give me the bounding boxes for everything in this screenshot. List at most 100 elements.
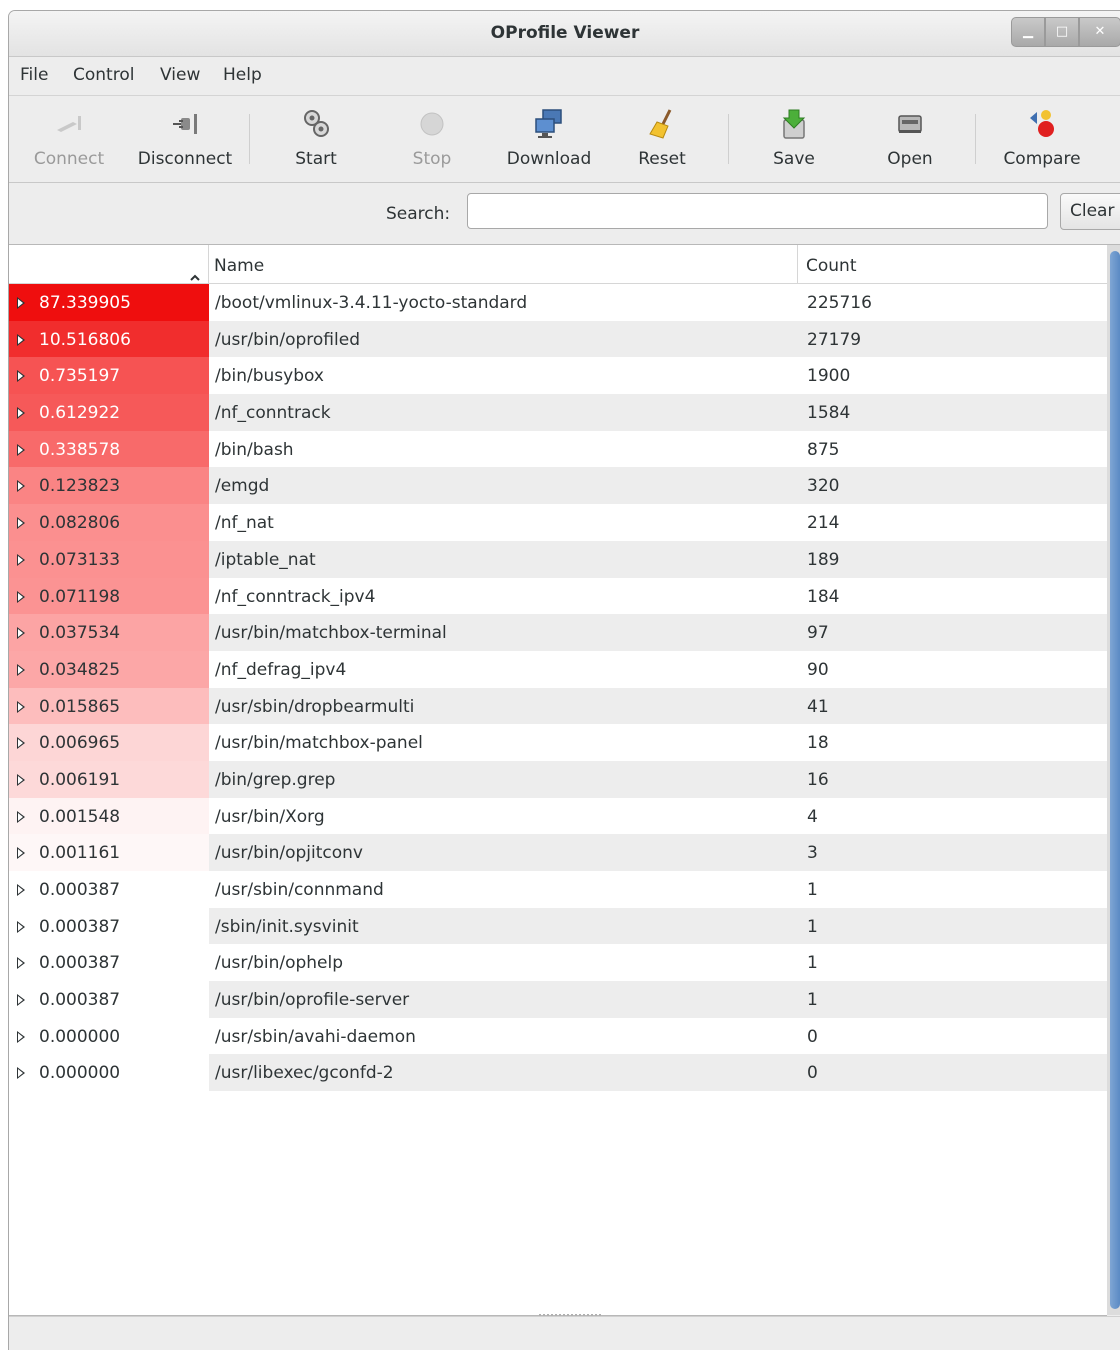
disconnect-button[interactable]: Disconnect [129, 96, 241, 182]
table-row[interactable]: 0.034825/nf_defrag_ipv4 90 [9, 650, 1107, 688]
expander-triangle-icon[interactable] [17, 920, 25, 933]
percent-cell: 0.000387 [9, 871, 209, 908]
name-cell: /usr/bin/opjitconv [209, 834, 798, 871]
expander-triangle-icon[interactable] [17, 517, 25, 530]
table-body: 87.339905/boot/vmlinux-3.4.11-yocto-stan… [9, 284, 1107, 1092]
name-cell: /bin/bash [215, 439, 294, 460]
menu-file[interactable]: File [20, 65, 48, 85]
table-row[interactable]: 87.339905/boot/vmlinux-3.4.11-yocto-stan… [9, 284, 1107, 321]
expander-triangle-icon[interactable] [17, 627, 25, 640]
expander-triangle-icon[interactable] [17, 957, 25, 970]
table-row[interactable]: 0.338578/bin/bash 875 [9, 430, 1107, 468]
column-header-name[interactable]: Name [209, 245, 798, 283]
reset-button[interactable]: Reset [621, 96, 703, 182]
percent-cell: 0.082806 [9, 504, 209, 541]
table-row[interactable]: 0.612922/nf_conntrack 1584 [9, 394, 1107, 431]
minimize-button[interactable]: ▁ [1011, 17, 1045, 47]
percent-value: 0.000387 [39, 990, 121, 1011]
expander-triangle-icon[interactable] [17, 297, 25, 309]
expander-triangle-icon[interactable] [17, 994, 25, 1007]
table-row[interactable]: 0.000387/usr/sbin/connmand 1 [9, 871, 1107, 908]
status-bar [9, 1316, 1120, 1350]
table-row[interactable]: 0.006965/usr/bin/matchbox-panel 18 [9, 724, 1107, 761]
connect-button[interactable]: Connect [23, 96, 115, 182]
table-row[interactable]: 0.123823/emgd 320 [9, 467, 1107, 505]
table-row[interactable]: 0.001161/usr/bin/opjitconv 3 [9, 834, 1107, 871]
expander-triangle-icon[interactable] [17, 737, 25, 750]
vertical-scrollbar[interactable] [1107, 244, 1120, 1315]
expander-triangle-icon[interactable] [17, 810, 25, 823]
search-input[interactable] [467, 193, 1048, 229]
expander-triangle-icon[interactable] [17, 553, 25, 566]
table-row[interactable]: 0.073133/iptable_nat 189 [9, 540, 1107, 578]
toolbar-separator [249, 114, 250, 164]
scrollbar-thumb[interactable] [1110, 251, 1120, 1309]
table-row[interactable]: 0.735197/bin/busybox 1900 [9, 357, 1107, 395]
table-row[interactable]: 0.001548/usr/bin/Xorg 4 [9, 797, 1107, 835]
reset-label: Reset [638, 149, 686, 169]
table-row[interactable]: 0.000387/sbin/init.sysvinit 1 [9, 907, 1107, 945]
table-row[interactable]: 0.000000/usr/libexec/gconfd-2 0 [9, 1054, 1107, 1092]
start-button[interactable]: Start [271, 96, 361, 182]
percent-cell: 0.612922 [9, 394, 209, 431]
open-button[interactable]: Open [869, 96, 951, 182]
expander-triangle-icon[interactable] [17, 1030, 25, 1043]
expander-triangle-icon[interactable] [17, 370, 25, 383]
expander-triangle-icon[interactable] [17, 480, 25, 493]
count-cell: 1900 [807, 366, 851, 387]
name-cell: /bin/grep.grep [209, 760, 798, 798]
expander-triangle-icon[interactable] [17, 333, 25, 346]
close-button[interactable]: ✕ [1079, 17, 1120, 47]
expander-triangle-icon[interactable] [17, 700, 25, 713]
download-button[interactable]: Download [497, 96, 601, 182]
count-cell: 1 [798, 907, 1107, 945]
save-button[interactable]: Save [753, 96, 835, 182]
expander-triangle-icon[interactable] [17, 590, 25, 603]
name-cell: /nf_nat [215, 513, 274, 534]
expander-triangle-icon[interactable] [17, 407, 25, 420]
table-row[interactable]: 0.006191/bin/grep.grep 16 [9, 760, 1107, 798]
table-row[interactable]: 0.015865/usr/sbin/dropbearmulti 41 [9, 687, 1107, 725]
name-cell: /nf_conntrack_ipv4 [215, 586, 376, 607]
clear-button[interactable]: Clear [1060, 193, 1120, 230]
compare-label: Compare [1003, 149, 1081, 169]
column-header-percent[interactable] [9, 245, 209, 283]
table-row[interactable]: 0.000387/usr/bin/oprofile-server 1 [9, 981, 1107, 1018]
expander-triangle-icon[interactable] [17, 847, 25, 860]
table-row[interactable]: 0.000387/usr/bin/ophelp 1 [9, 944, 1107, 982]
count-cell: 0 [807, 1026, 818, 1047]
menu-control[interactable]: Control [73, 65, 134, 85]
stop-button[interactable]: Stop [389, 96, 475, 182]
save-down-arrow-icon [782, 109, 806, 139]
title-bar[interactable]: OProfile Viewer ▁ □ ✕ [9, 11, 1120, 57]
menu-help[interactable]: Help [223, 65, 262, 85]
table-row[interactable]: 0.082806/nf_nat 214 [9, 504, 1107, 541]
toolbar: Connect Disconnect Start Stop Download R… [9, 95, 1120, 183]
count-cell: 0 [798, 1054, 1107, 1092]
table-row[interactable]: 10.516806/usr/bin/oprofiled 27179 [9, 320, 1107, 358]
expander-triangle-icon[interactable] [17, 1067, 25, 1080]
compare-button[interactable]: Compare [997, 96, 1087, 182]
name-cell: /iptable_nat [209, 540, 798, 578]
start-label: Start [295, 149, 337, 169]
expander-triangle-icon[interactable] [17, 884, 25, 896]
table-row[interactable]: 0.037534/usr/bin/matchbox-terminal 97 [9, 614, 1107, 651]
expander-triangle-icon[interactable] [17, 773, 25, 786]
column-header-count[interactable]: Count [798, 245, 1107, 283]
table-row[interactable]: 0.000000/usr/sbin/avahi-daemon 0 [9, 1017, 1107, 1055]
count-cell: 875 [807, 439, 840, 460]
percent-value: 0.000000 [39, 1026, 121, 1047]
expander-triangle-icon[interactable] [17, 443, 25, 456]
profile-table: Name Count 87.339905/boot/vmlinux-3.4.11… [9, 244, 1107, 1316]
stop-label: Stop [412, 149, 452, 169]
percent-cell: 0.071198 [9, 577, 209, 615]
count-cell: 1 [798, 981, 1107, 1018]
count-cell: 16 [798, 760, 1107, 798]
table-row[interactable]: 0.071198/nf_conntrack_ipv4 184 [9, 577, 1107, 615]
count-cell: 18 [807, 733, 829, 754]
menu-view[interactable]: View [160, 65, 200, 85]
count-cell: 1584 [798, 394, 1107, 431]
stop-icon [420, 112, 444, 136]
expander-triangle-icon[interactable] [17, 663, 25, 676]
maximize-button[interactable]: □ [1045, 17, 1079, 47]
